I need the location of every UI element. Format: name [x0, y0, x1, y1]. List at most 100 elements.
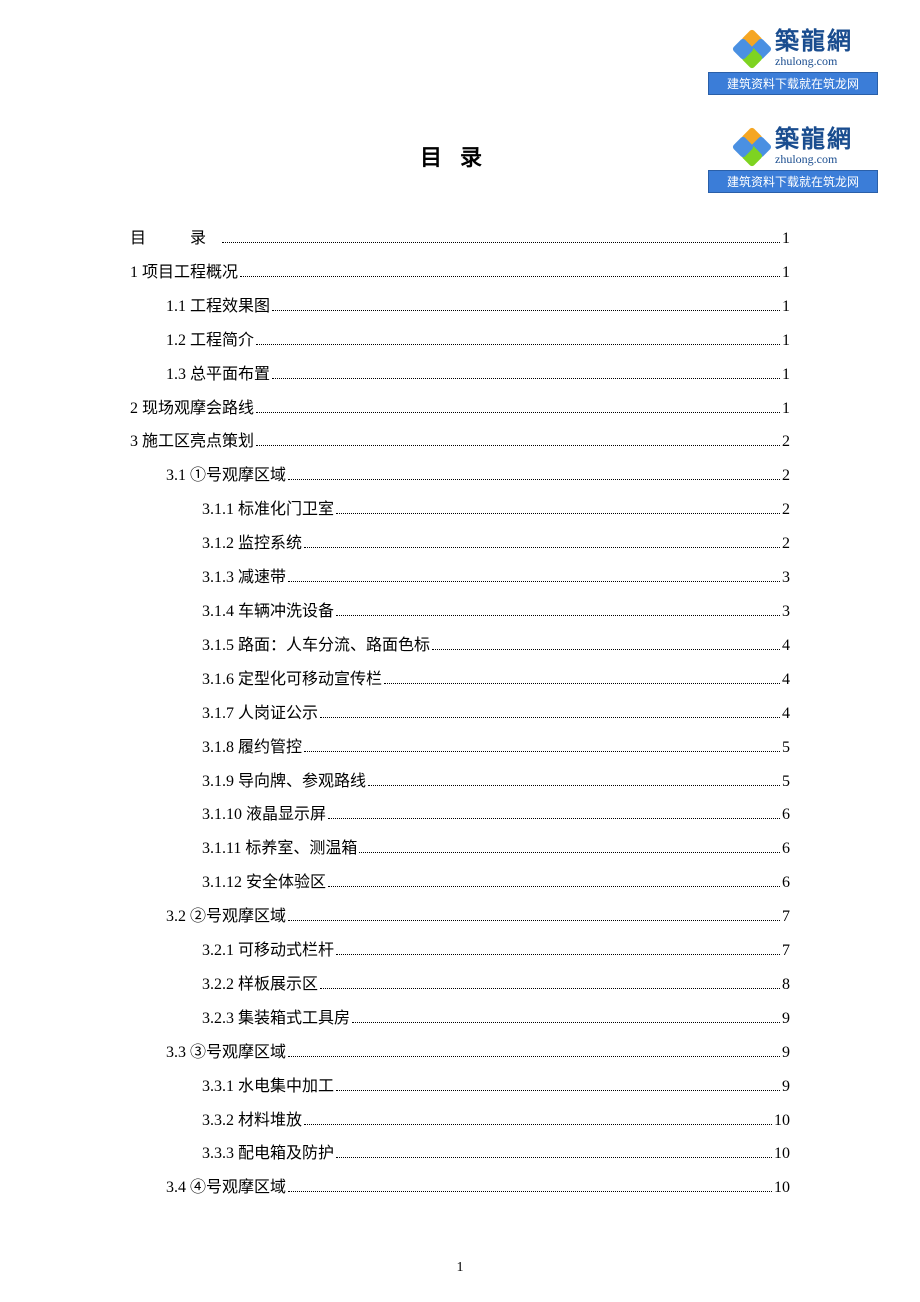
toc-entry-label: 3.2.1 可移动式栏杆 [202, 934, 334, 968]
toc-entry-page: 4 [782, 629, 790, 663]
toc-entry: 3.1.12 安全体验区6 [130, 866, 790, 900]
toc-entry-page: 5 [782, 731, 790, 765]
document-page: 築龍網 zhulong.com 建筑资料下载就在筑龙网 築龍網 zhulong.… [0, 0, 920, 1245]
toc-entry-page: 2 [782, 527, 790, 561]
toc-leader-dots [256, 412, 780, 413]
toc-entry-label: 3.1.3 减速带 [202, 561, 286, 595]
toc-leader-dots [336, 615, 780, 616]
logo-en-text: zhulong.com [775, 54, 837, 68]
toc-entry-label: 3.1.9 导向牌、参观路线 [202, 765, 366, 799]
toc-entry-page: 6 [782, 866, 790, 900]
toc-leader-dots [352, 1022, 780, 1023]
toc-leader-dots [320, 717, 780, 718]
toc-entry: 3.3.3 配电箱及防护10 [130, 1137, 790, 1171]
toc-entry-label: 3 施工区亮点策划 [130, 425, 254, 459]
toc-leader-dots [336, 513, 780, 514]
toc-entry-page: 2 [782, 425, 790, 459]
page-title: 目录 [130, 140, 790, 172]
toc-entry-label: 3.1.11 标养室、测温箱 [202, 832, 357, 866]
toc-entry-label: 3.1.8 履约管控 [202, 731, 302, 765]
toc-leader-dots [288, 920, 780, 921]
toc-leader-dots [384, 683, 780, 684]
toc-leader-dots [328, 886, 780, 887]
toc-entry: 3.2.2 样板展示区 8 [130, 968, 790, 1002]
toc-leader-dots [336, 954, 780, 955]
site-logo: 築龍網 zhulong.com 建筑资料下载就在筑龙网 [708, 30, 878, 95]
logo-flower-icon [733, 128, 771, 166]
toc-entry-label: 3.1.10 液晶显示屏 [202, 798, 326, 832]
toc-entry-page: 5 [782, 765, 790, 799]
toc-entry-page: 9 [782, 1036, 790, 1070]
toc-entry-label: 3.1.1 标准化门卫室 [202, 493, 334, 527]
toc-leader-dots [304, 547, 780, 548]
toc-leader-dots [304, 751, 780, 752]
toc-entry-page: 1 [782, 256, 790, 290]
toc-entry-page: 1 [782, 290, 790, 324]
logo-flower-icon [733, 30, 771, 68]
toc-entry-label: 1.1 工程效果图 [166, 290, 270, 324]
toc-entry: 3 施工区亮点策划 2 [130, 425, 790, 459]
toc-leader-dots [288, 1056, 780, 1057]
toc-entry: 3.1 ①号观摩区域2 [130, 459, 790, 493]
toc-entry-page: 6 [782, 798, 790, 832]
toc-leader-dots [240, 276, 780, 277]
toc-leader-dots [256, 445, 780, 446]
site-logo: 築龍網 zhulong.com 建筑资料下载就在筑龙网 [708, 128, 878, 193]
toc-entry-label: 1 项目工程概况 [130, 256, 238, 290]
toc-entry: 3.1.7 人岗证公示 4 [130, 697, 790, 731]
toc-entry: 3.2.1 可移动式栏杆7 [130, 934, 790, 968]
toc-entry: 3.1.1 标准化门卫室 2 [130, 493, 790, 527]
toc-entry-page: 2 [782, 493, 790, 527]
toc-entry-label: 1.2 工程简介 [166, 324, 254, 358]
toc-entry-label: 3.3.1 水电集中加工 [202, 1070, 334, 1104]
toc-entry-page: 2 [782, 459, 790, 493]
toc-entry: 目 录 1 [130, 222, 790, 256]
toc-entry-label: 3.2.3 集装箱式工具房 [202, 1002, 350, 1036]
toc-entry: 3.1.5 路面：人车分流、路面色标4 [130, 629, 790, 663]
toc-entry: 2 现场观摩会路线 1 [130, 392, 790, 426]
toc-entry-label: 3.1.2 监控系统 [202, 527, 302, 561]
toc-leader-dots [368, 785, 780, 786]
toc-entry-page: 3 [782, 595, 790, 629]
toc-entry-page: 4 [782, 663, 790, 697]
toc-leader-dots [222, 242, 780, 243]
toc-entry-page: 3 [782, 561, 790, 595]
logo-en-text: zhulong.com [775, 152, 837, 166]
toc-entry-page: 9 [782, 1070, 790, 1104]
toc-entry-label: 目 录 [130, 222, 220, 256]
toc-entry-label: 3.2 ②号观摩区域 [166, 900, 286, 934]
toc-leader-dots [320, 988, 780, 989]
toc-leader-dots [336, 1090, 780, 1091]
toc-entry-label: 3.1.7 人岗证公示 [202, 697, 318, 731]
toc-leader-dots [272, 310, 780, 311]
toc-entry: 3.4 ④号观摩区域10 [130, 1171, 790, 1205]
toc-entry: 3.1.3 减速带 3 [130, 561, 790, 595]
toc-entry-label: 2 现场观摩会路线 [130, 392, 254, 426]
toc-entry: 3.3.1 水电集中加工 9 [130, 1070, 790, 1104]
toc-entry-page: 1 [782, 392, 790, 426]
toc-leader-dots [336, 1157, 772, 1158]
toc-entry-label: 3.4 ④号观摩区域 [166, 1171, 286, 1205]
toc-entry: 3.2 ②号观摩区域7 [130, 900, 790, 934]
toc-leader-dots [256, 344, 780, 345]
toc-leader-dots [288, 479, 780, 480]
toc-entry-page: 8 [782, 968, 790, 1002]
logo-banner: 建筑资料下载就在筑龙网 [708, 72, 878, 95]
toc-entry-page: 1 [782, 222, 790, 256]
toc-entry: 3.1.10 液晶显示屏 6 [130, 798, 790, 832]
toc-entry-label: 3.2.2 样板展示区 [202, 968, 318, 1002]
toc-entry: 3.1.9 导向牌、参观路线 5 [130, 765, 790, 799]
toc-entry-label: 3.3.2 材料堆放 [202, 1104, 302, 1138]
toc-entry-page: 9 [782, 1002, 790, 1036]
toc-entry: 3.1.8 履约管控 5 [130, 731, 790, 765]
logo-banner: 建筑资料下载就在筑龙网 [708, 170, 878, 193]
toc-entry: 3.1.2 监控系统 2 [130, 527, 790, 561]
toc-leader-dots [288, 581, 780, 582]
toc-leader-dots [359, 852, 780, 853]
toc-entry-label: 3.3 ③号观摩区域 [166, 1036, 286, 1070]
table-of-contents: 目 录11 项目工程概况11.1 工程效果图11.2 工程简介11.3 总平面布… [130, 222, 790, 1205]
toc-entry-page: 4 [782, 697, 790, 731]
toc-entry-label: 3.1.4 车辆冲洗设备 [202, 595, 334, 629]
logo-cn-text: 築龍網 [775, 30, 853, 54]
toc-leader-dots [288, 1191, 772, 1192]
